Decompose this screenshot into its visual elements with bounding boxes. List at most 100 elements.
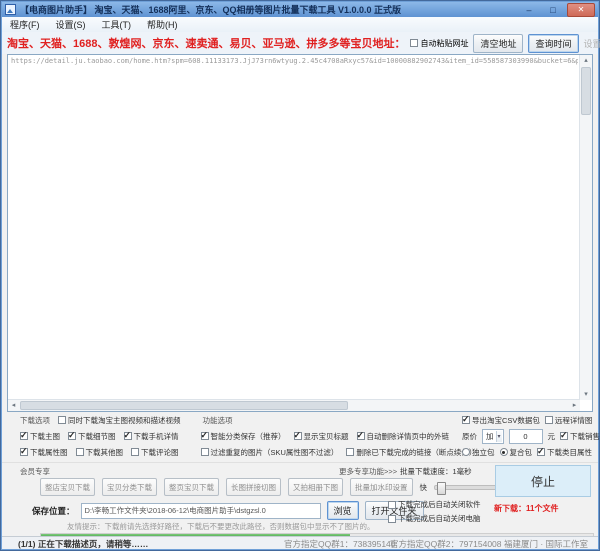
options-row-3: 下载属性图 下载其他图 下载评论图 过滤重复的图片（SKU属性图不过滤） 删除已… bbox=[2, 444, 476, 460]
speed-label: 批量下载速度：1毫秒 bbox=[400, 467, 472, 476]
checkbox-label: 下载细节图 bbox=[78, 431, 116, 441]
status-text: (1/1) 正在下载描述页，请稍等…… bbox=[18, 539, 149, 549]
download-options-title: 下载选项 bbox=[20, 415, 50, 425]
long-image-slice-button[interactable]: 长图拼接切图 bbox=[226, 478, 281, 496]
close-button[interactable]: ✕ bbox=[567, 2, 595, 17]
checkbox-label: 下载完成后自动关闭电脑 bbox=[398, 514, 481, 523]
checkbox-box bbox=[123, 430, 132, 441]
auto-paste-checkbox[interactable]: 自动粘贴网址 bbox=[410, 38, 468, 49]
menu-program[interactable]: 程序(F) bbox=[10, 18, 40, 31]
shop-download-button[interactable]: 整店宝贝下载 bbox=[40, 478, 95, 496]
member-panel: 会员专享 更多专享功能>>> 批量下载速度：1毫秒 整店宝贝下载 宝贝分类下载 … bbox=[2, 462, 598, 500]
checkbox-sales-attributes[interactable]: 下载销售属性 bbox=[560, 430, 600, 442]
checkbox-remote-detail[interactable]: 远程详情图 bbox=[544, 415, 593, 426]
checkbox-box bbox=[75, 448, 84, 456]
maximize-button[interactable]: □ bbox=[543, 4, 563, 16]
url-text[interactable]: https://detail.ju.taobao.com/home.htm?sp… bbox=[11, 57, 578, 65]
export-row-2: 原价 加 ▾ 0 元 下载销售属性 bbox=[462, 428, 600, 444]
status-bar: (1/1) 正在下载描述页，请稍等…… 官方指定QQ群1：738395140 官… bbox=[2, 536, 598, 549]
browse-button[interactable]: 浏览 bbox=[326, 501, 359, 520]
slider-thumb[interactable] bbox=[437, 481, 446, 495]
combo-arrow-icon: ▾ bbox=[495, 430, 502, 442]
title-bar[interactable]: 【电商图片助手】 淘宝、天猫、1688阿里、京东、QQ相册等图片批量下载工具 V… bbox=[2, 2, 598, 17]
batch-watermark-button[interactable]: 批量加水印设置 bbox=[350, 478, 413, 496]
save-path-input[interactable]: D:\李畅工作文件夹\2018-06-12\电商图片助手\dstgzsl.0 bbox=[80, 502, 321, 519]
checkbox-filter-duplicates[interactable]: 过滤重复的图片（SKU属性图不过滤） bbox=[200, 447, 338, 458]
checkbox-box bbox=[346, 448, 355, 456]
checkbox-download-detail[interactable]: 下载细节图 bbox=[68, 430, 116, 442]
price-op-select[interactable]: 加 ▾ bbox=[482, 428, 504, 444]
checkbox-box bbox=[560, 430, 569, 441]
checkbox-smart-save[interactable]: 智能分类保存（推荐） bbox=[200, 430, 286, 442]
checkbox-label: 同时下载淘宝主图视频和描述视频 bbox=[68, 415, 181, 425]
menu-tools[interactable]: 工具(T) bbox=[102, 18, 132, 31]
tip-text: 友情提示：下载前请先选择好路径，下载后不要更改此路径，否则数据包中显示不了图片的… bbox=[67, 522, 375, 531]
checkbox-download-attr[interactable]: 下载属性图 bbox=[20, 446, 68, 458]
checkbox-label: 下载手机详情 bbox=[133, 431, 179, 441]
category-download-button[interactable]: 宝贝分类下载 bbox=[102, 478, 157, 496]
radio-dot bbox=[462, 448, 470, 456]
member-buttons-row: 整店宝贝下载 宝贝分类下载 整页宝贝下载 长图拼接切图 又拍相册下图 批量加水印… bbox=[40, 478, 529, 496]
vertical-scroll-thumb[interactable] bbox=[581, 67, 591, 115]
vertical-scrollbar[interactable]: ▴ ▾ bbox=[579, 55, 592, 400]
radio-single-package[interactable]: 独立包 bbox=[462, 447, 495, 458]
horizontal-scrollbar[interactable]: ◂ ▸ bbox=[8, 399, 580, 411]
radio-label: 独立包 bbox=[472, 447, 495, 457]
app-icon bbox=[5, 4, 16, 15]
checkbox-remove-external-links[interactable]: 自动删除详情页中的外链 bbox=[356, 430, 449, 442]
checkbox-auto-shutdown-pc[interactable]: 下载完成后自动关闭电脑 bbox=[388, 513, 481, 524]
clear-address-button[interactable]: 清空地址 bbox=[473, 33, 524, 53]
price-label: 原价 bbox=[462, 431, 477, 441]
checkbox-label: 下载完成后自动关闭软件 bbox=[398, 500, 481, 509]
checkbox-download-other[interactable]: 下载其他图 bbox=[75, 447, 124, 458]
checkbox-box bbox=[20, 446, 28, 457]
checkbox-label: 远程详情图 bbox=[554, 415, 593, 425]
checkbox-label: 智能分类保存（推荐） bbox=[210, 431, 286, 441]
checkbox-show-title[interactable]: 显示宝贝标题 bbox=[293, 430, 349, 442]
query-time-button[interactable]: 查询时间 bbox=[528, 33, 579, 53]
url-textarea[interactable]: https://detail.ju.taobao.com/home.htm?sp… bbox=[7, 54, 593, 412]
checkbox-box bbox=[544, 416, 553, 424]
checkbox-remove-finished-links[interactable]: 删除已下载完成的链接（断点续传） bbox=[346, 447, 476, 458]
price-op-value: 加 bbox=[486, 431, 494, 441]
page-download-button[interactable]: 整页宝贝下载 bbox=[164, 478, 219, 496]
new-download-count: 新下载：11个文件 bbox=[494, 504, 559, 513]
checkbox-download-videos[interactable]: 同时下载淘宝主图视频和描述视频 bbox=[58, 415, 181, 426]
checkbox-label: 显示宝贝标题 bbox=[303, 431, 349, 441]
checkbox-label: 下载评论图 bbox=[141, 447, 179, 457]
checkbox-label: 下载其他图 bbox=[85, 447, 124, 457]
price-input[interactable]: 0 bbox=[508, 428, 543, 444]
checkbox-box bbox=[131, 448, 139, 456]
checkbox-label: 删除已下载完成的链接（断点续传） bbox=[356, 447, 477, 457]
scroll-down-icon[interactable]: ▾ bbox=[581, 389, 592, 400]
checkbox-download-main[interactable]: 下载主图 bbox=[20, 430, 60, 442]
minimize-button[interactable]: – bbox=[519, 4, 539, 16]
qq-group-2: 官方指定QQ群2：797154008 bbox=[390, 539, 502, 549]
auto-paste-label: 自动粘贴网址 bbox=[420, 38, 469, 48]
checkbox-download-review[interactable]: 下载评论图 bbox=[131, 447, 179, 458]
fast-label: 快 bbox=[419, 482, 428, 492]
scroll-right-icon[interactable]: ▸ bbox=[569, 400, 580, 411]
checkbox-auto-close-app[interactable]: 下载完成后自动关闭软件 bbox=[388, 499, 481, 510]
menu-settings[interactable]: 设置(S) bbox=[56, 18, 86, 31]
checkbox-download-mobile[interactable]: 下载手机详情 bbox=[123, 430, 179, 442]
app-window: 【电商图片助手】 淘宝、天猫、1688阿里、京东、QQ相册等图片批量下载工具 V… bbox=[0, 0, 600, 551]
checkbox-category-attributes[interactable]: 下载类目属性 bbox=[537, 446, 592, 458]
yupoo-download-button[interactable]: 又拍相册下图 bbox=[288, 478, 343, 496]
menu-help[interactable]: 帮助(H) bbox=[147, 18, 178, 31]
scroll-up-icon[interactable]: ▴ bbox=[581, 55, 592, 66]
checkbox-box bbox=[68, 430, 76, 441]
stop-button[interactable]: 停止 bbox=[495, 465, 591, 497]
settings-link: 设置 bbox=[583, 38, 600, 49]
export-row-3: 独立包 复合包 下载类目属性 bbox=[462, 444, 600, 460]
save-location-row: 保存位置： D:\李畅工作文件夹\2018-06-12\电商图片助手\dstgz… bbox=[32, 501, 424, 520]
horizontal-scroll-thumb[interactable] bbox=[20, 401, 349, 410]
checkbox-label: 下载类目属性 bbox=[547, 447, 592, 457]
checkbox-export-csv[interactable]: 导出淘宝CSV数据包 bbox=[462, 414, 540, 426]
radio-combined-package[interactable]: 复合包 bbox=[499, 447, 532, 458]
save-panel: 保存位置： D:\李畅工作文件夹\2018-06-12\电商图片助手\dstgz… bbox=[2, 499, 598, 523]
function-options-title: 功能选项 bbox=[202, 415, 233, 425]
checkbox-box bbox=[537, 446, 545, 457]
scroll-left-icon[interactable]: ◂ bbox=[8, 400, 19, 411]
more-features-link[interactable]: 更多专享功能>>> bbox=[339, 466, 397, 477]
